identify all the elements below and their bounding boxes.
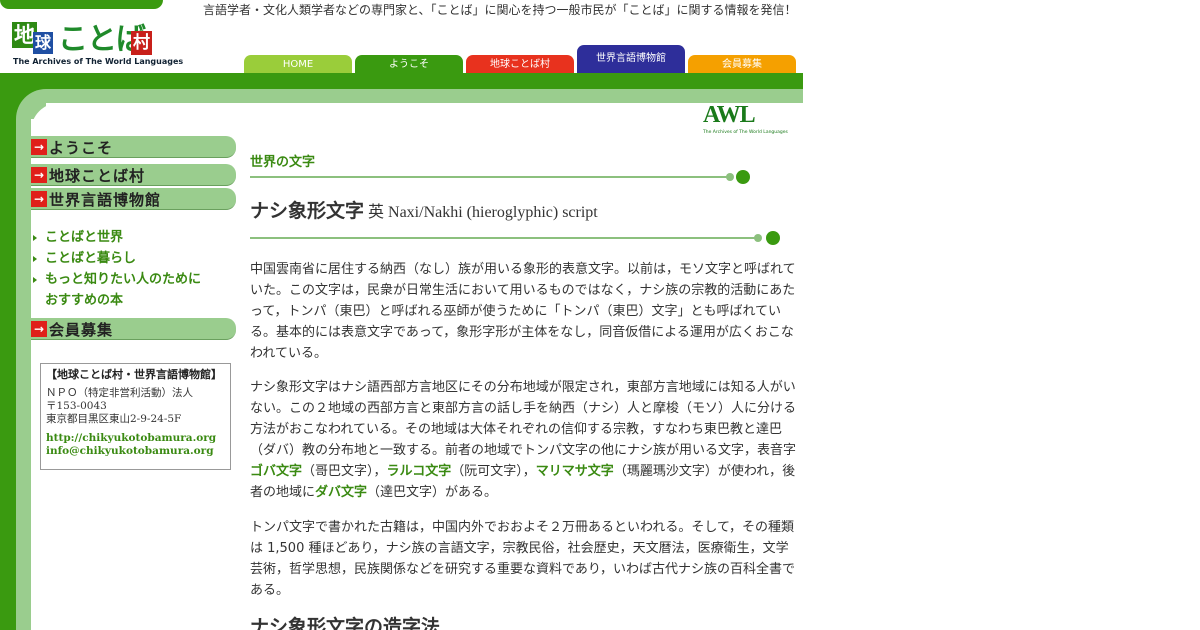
sidebar-link-label: もっと知りたい人のために [45,272,202,287]
infobox-address: 東京都目黒区東山2-9-24-5F [46,413,182,425]
link-daba-script[interactable]: ダバ文字 [315,485,367,500]
site-tagline: 言語学者・文化人類学者などの専門家と、「ことば」に関心を持つ一般市民が「ことば」… [203,3,797,17]
infobox-email-link[interactable]: info@chikyukotobamura.org [46,445,225,458]
site-logo[interactable]: 地 球 ことば 村 The Archives of The World Lang… [0,0,183,72]
nav-tab-museum[interactable]: 世界言語博物館 [577,45,685,74]
triangle-bullet-icon [33,255,37,262]
sidebar-button-welcome[interactable]: → ようこそ [31,136,236,158]
sidebar-link-recommended-books[interactable]: おすすめの本 [45,289,123,308]
sidebar-link-label: ことばと暮らし [45,251,137,266]
sidebar-link-learn-more[interactable]: もっと知りたい人のために [33,268,201,287]
triangle-bullet-icon [33,276,37,283]
logo-char-mura: 村 [131,31,152,55]
awl-logo-subtitle: The Archives of The World Languages [703,130,788,135]
nav-tab-label: 世界言語博物館 [596,53,666,64]
paragraph-2: ナシ象形文字はナシ語西部方言地区にその分布地域が限定され，東部方言地域には知る人… [250,377,798,503]
infobox-title: 【地球ことば村・世界言語博物館】 [46,368,222,381]
section-heading: ナシ象形文字の造字法 [250,616,441,630]
awl-logo: AWL The Archives of The World Languages [703,102,788,136]
arrow-right-icon: → [31,191,47,207]
sidebar-link-label: おすすめの本 [45,293,124,308]
nav-tab-village[interactable]: 地球ことば村 [466,55,574,74]
nav-tab-label: ようこそ [389,59,429,70]
title-japanese: ナシ象形文字 [250,200,365,222]
rule-dot-small [726,173,734,181]
sidebar-button-label: 会員募集 [49,321,114,339]
paragraph-2-text-e: （達巴文字）がある。 [367,485,498,500]
title-rule [250,237,760,239]
paragraph-2-text-b: （哥巴文字）， [302,464,387,479]
sidebar-link-words-and-world[interactable]: ことばと世界 [33,226,123,245]
nav-tab-welcome[interactable]: ようこそ [355,55,463,74]
nav-tab-label: 会員募集 [722,59,762,70]
nav-tab-home[interactable]: HOME [244,55,352,74]
pale-frame-band [46,89,803,103]
paragraph-2-text-a: ナシ象形文字はナシ語西部方言地区にその分布地域が限定され，東部方言地域には知る人… [250,380,797,458]
nav-tab-label: 地球ことば村 [490,59,550,70]
sidebar-button-label: ようこそ [49,139,114,157]
nav-tab-membership[interactable]: 会員募集 [688,55,796,74]
rule-dot-small [754,234,762,242]
page-title: ナシ象形文字 英 Naxi/Nakhi (hieroglyphic) scrip… [250,196,598,223]
paragraph-3: トンパ文字で書かれた古籍は，中国内外でおおよそ２万冊あるといわれる。そして，その… [250,520,795,598]
rule-dot-large [766,231,780,245]
triangle-bullet-icon [33,234,37,241]
nav-tab-label: HOME [282,59,314,70]
logo-grass-decoration [0,0,163,9]
paragraph-2-text-c: （阮可文字）， [451,464,536,479]
sidebar-button-village[interactable]: → 地球ことば村 [31,164,236,186]
sidebar-button-label: 世界言語博物館 [49,191,162,209]
link-raruko-script[interactable]: ラルコ文字 [387,464,452,479]
sidebar-link-words-and-life[interactable]: ことばと暮らし [33,247,136,266]
header-band [0,73,803,89]
sidebar-button-label: 地球ことば村 [49,167,146,185]
arrow-right-icon: → [31,139,47,155]
section-rule [250,176,730,178]
pale-frame-strip [16,119,31,630]
sidebar-button-museum[interactable]: → 世界言語博物館 [31,188,236,210]
left-frame-strip [0,89,16,630]
sidebar-link-label: ことばと世界 [45,230,124,245]
page: 地 球 ことば 村 The Archives of The World Lang… [0,0,803,630]
infobox-url-link[interactable]: http://chikyukotobamura.org [46,432,225,445]
logo-char-2: 球 [33,32,54,54]
paragraph-1: 中国雲南省に居住する納西（なし）族が用いる象形的表意文字。以前は，モソ文字と呼ば… [250,262,796,361]
infobox-zip: 〒153-0043 [46,400,107,412]
title-english: 英 Naxi/Nakhi (hieroglyphic) script [364,204,598,221]
sidebar-button-membership[interactable]: → 会員募集 [31,318,236,340]
section-label: 世界の文字 [250,155,316,170]
link-marimasa-script[interactable]: マリマサ文字 [536,464,614,479]
link-goba-script[interactable]: ゴバ文字 [250,464,302,479]
logo-subtitle: The Archives of The World Languages [13,57,184,66]
arrow-right-icon: → [31,167,47,183]
rule-dot-large [736,170,750,184]
awl-logo-text: AWL [703,102,756,128]
arrow-right-icon: → [31,321,47,337]
contact-infobox: 【地球ことば村・世界言語博物館】 ＮＰＯ（特定非営利活動）法人 〒153-004… [40,363,231,470]
infobox-org: ＮＰＯ（特定非営利活動）法人 [46,387,193,399]
